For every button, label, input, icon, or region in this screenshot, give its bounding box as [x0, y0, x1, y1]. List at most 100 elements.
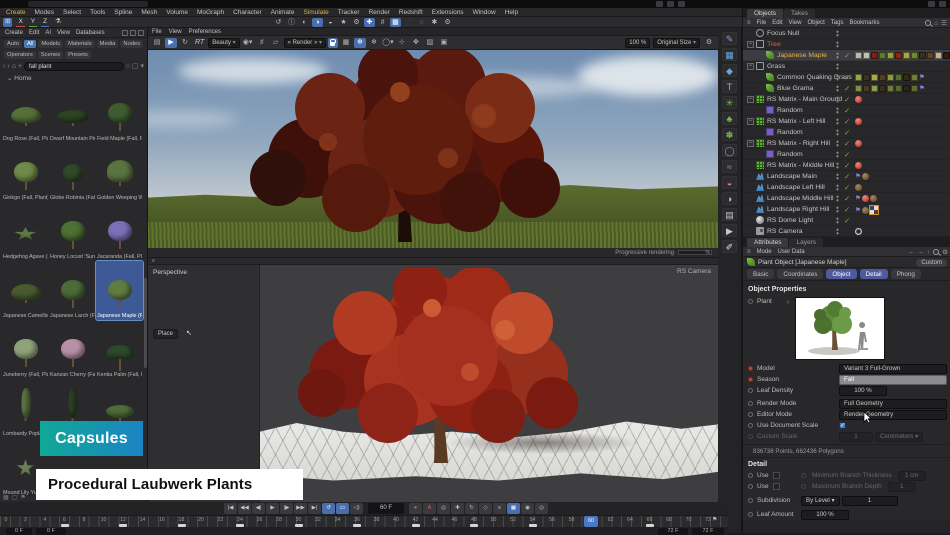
menu-animate[interactable]: Animate [271, 9, 295, 16]
param-dot[interactable] [748, 512, 753, 517]
param-dot[interactable] [748, 498, 753, 503]
selected-texture-tag[interactable] [868, 205, 879, 215]
plant-card-hedgehog-agave-fall[interactable]: Hedgehog Agave (Fall... [2, 202, 49, 261]
tree-item-random[interactable]: Random ✓ [743, 105, 950, 116]
tab-materials[interactable]: Materials [65, 39, 95, 48]
menu-mode[interactable]: Mode [757, 249, 772, 255]
tree-item-japanese-maple[interactable]: Japanese Maple ✓ ⚑ [743, 50, 950, 61]
param-dot[interactable] [748, 473, 753, 478]
param-dot[interactable] [748, 412, 753, 417]
objects-burger-icon[interactable]: ≡ [747, 20, 751, 26]
menu-spline[interactable]: Spline [114, 9, 132, 16]
attributes-burger-icon[interactable]: ≡ [747, 249, 751, 255]
stage-icon[interactable]: ▶ [722, 224, 737, 237]
rt-label[interactable]: RT [193, 39, 206, 46]
enabled-check-icon[interactable]: ✓ [844, 50, 850, 61]
pan-icon[interactable]: ✥ [410, 38, 422, 48]
param-dot[interactable] [748, 388, 753, 393]
lock-icon[interactable] [327, 37, 338, 48]
grid-view-icon[interactable]: ▦ [3, 494, 9, 501]
snapshot-icon[interactable]: ❄ [353, 37, 366, 48]
season-dropdown[interactable]: Fall [839, 374, 947, 385]
nav-back-icon[interactable]: ← [908, 249, 915, 256]
range-start2-field[interactable]: 0 F [36, 527, 66, 535]
material-swatch[interactable] [895, 85, 902, 92]
perspective-viewport[interactable]: ≡ Perspective Place ↖ RS Camera [148, 258, 718, 502]
maximize-icon[interactable] [667, 1, 674, 7]
flag-tag-icon[interactable]: ⚑ [855, 195, 861, 202]
material-swatch[interactable] [919, 52, 926, 59]
menu-bookmarks[interactable]: Bookmarks [849, 20, 879, 26]
visibility-dots[interactable] [836, 140, 839, 147]
browser-options-icon[interactable]: ▾ [140, 62, 144, 70]
param-dot[interactable] [748, 401, 753, 406]
plant-card-japanese-maple-fall[interactable]: Japanese Maple (Fall, ... [95, 260, 144, 321]
menu-edit[interactable]: Edit [772, 20, 782, 26]
prev-key-button[interactable]: ◀◀ [238, 503, 251, 514]
end-flag-icon[interactable]: ⚑ [712, 516, 717, 523]
redshift-material-tag[interactable] [855, 162, 862, 169]
visibility-dots[interactable] [836, 195, 839, 202]
record-params-button[interactable]: ≡ [493, 503, 506, 514]
redshift-material-tag[interactable] [855, 118, 862, 125]
material-swatch[interactable] [879, 52, 886, 59]
plant-card-honey-locust-sunbur[interactable]: Honey Locust 'Sunbur... [49, 202, 96, 261]
tree-item-rs-matrix-left-hill[interactable]: − RS Matrix - Left Hill ✓ [743, 116, 950, 127]
menu-tags[interactable]: Tags [831, 20, 844, 26]
menu-tracker[interactable]: Tracker [338, 9, 360, 16]
tab-takes[interactable]: Takes [784, 9, 816, 18]
menu-render[interactable]: Render [369, 9, 390, 16]
material-swatch[interactable] [935, 52, 942, 59]
visibility-dots[interactable] [836, 151, 839, 158]
field-icon[interactable]: ✽ [722, 128, 737, 141]
redshift-material-tag[interactable] [855, 96, 862, 103]
menu-create[interactable]: Create [5, 30, 23, 36]
record-dynamics-button[interactable]: ◎ [535, 503, 548, 514]
null-icon[interactable]: ◯ [722, 144, 737, 157]
material-swatch[interactable] [943, 52, 950, 59]
character-settings-icon[interactable]: ⚙ [351, 18, 362, 27]
editor-mode-dropdown[interactable]: Render Geometry [839, 409, 947, 420]
quantize-icon[interactable]: ▢ [403, 18, 414, 27]
material-swatch[interactable] [855, 52, 862, 59]
focus-icon[interactable]: ⊹ [396, 38, 408, 48]
record-keyframe-button[interactable]: ● [409, 503, 422, 514]
tree-item-tree[interactable]: − Tree [743, 39, 950, 50]
axis-x-button[interactable]: X [16, 18, 25, 27]
plant-card-kentia-palm-fall-plant[interactable]: Kentia Palm (Fall, Plant) [96, 320, 143, 379]
subdivision-mode-dropdown[interactable]: By Level ▾ [801, 495, 840, 506]
range-end-field[interactable]: 72 F [658, 527, 688, 535]
next-key-button[interactable]: ▶▶ [294, 503, 307, 514]
modeling-axis-icon[interactable]: ▣ [416, 18, 427, 27]
param-dot-red[interactable] [748, 377, 753, 382]
record-pla-button[interactable]: ◉ [521, 503, 534, 514]
text-icon[interactable]: T [722, 80, 737, 93]
nav-forward-icon[interactable]: → [917, 249, 924, 256]
cloner-icon[interactable]: ✳ [722, 96, 737, 109]
tree-item-rs-matrix-main-ground[interactable]: − RS Matrix - Main Ground ✓ [743, 94, 950, 105]
tree-item-grass[interactable]: − Grass [743, 61, 950, 72]
menu-mograph[interactable]: MoGraph [197, 9, 224, 16]
menu-extensions[interactable]: Extensions [432, 9, 464, 16]
enabled-check-icon[interactable]: ✓ [844, 72, 850, 83]
undo-icon[interactable]: ↺ [273, 18, 284, 27]
use-min-branch-checkbox[interactable] [772, 472, 780, 479]
render-view-icon[interactable]: ◐ [299, 18, 310, 27]
plant-card-field-maple-fall-plant[interactable]: Field Maple (Fall, Plant) [96, 84, 143, 143]
tree-item-landscape-right-hill[interactable]: Landscape Right Hill ✓ ⚑ [743, 204, 950, 215]
enabled-check-icon[interactable]: ✓ [844, 94, 850, 105]
tab-presets[interactable]: Presets [65, 50, 91, 59]
menu-object[interactable]: Object [807, 20, 824, 26]
render-gear-icon[interactable]: ⚙ [703, 38, 715, 48]
tree-item-rs-matrix-middle-hill[interactable]: RS Matrix - Middle Hill ✓ [743, 160, 950, 171]
menu-help[interactable]: Help [505, 9, 518, 16]
enabled-check-icon[interactable]: ✓ [844, 149, 850, 160]
menu-modes[interactable]: Modes [35, 9, 55, 16]
material-swatch[interactable] [887, 85, 894, 92]
collapse-icon[interactable]: − [747, 62, 754, 70]
menu-create[interactable]: Create [6, 9, 26, 16]
material-swatch[interactable] [895, 74, 902, 81]
min-branch-field[interactable]: 1 cm [897, 470, 926, 481]
plant-card-globe-robinia-fall-pl[interactable]: Globe Robinia (Fall, Pl... [49, 143, 96, 202]
use-document-scale-checkbox[interactable]: ✓ [839, 422, 846, 429]
